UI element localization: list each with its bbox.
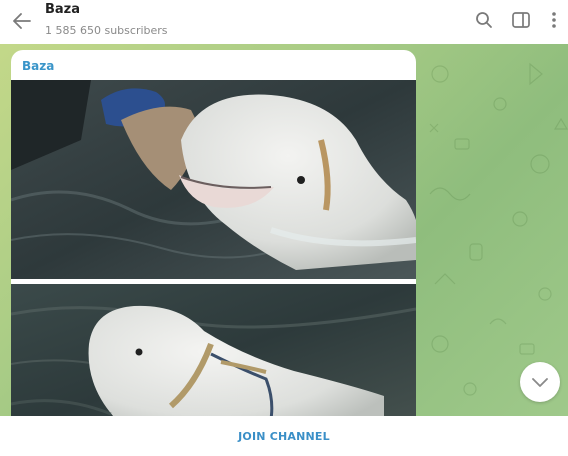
message-bubble: Baza [11,50,416,416]
chat-footer: JOIN CHANNEL [0,416,568,456]
more-vertical-icon[interactable] [542,9,566,31]
scroll-down-button[interactable] [520,362,560,402]
message-sender[interactable]: Baza [22,59,54,73]
chat-info[interactable]: Baza 1 585 650 subscribers [45,2,168,38]
photo-beluga-harness[interactable] [11,284,416,416]
chat-title: Baza [45,2,81,17]
join-channel-button[interactable]: JOIN CHANNEL [226,424,342,449]
subscriber-count: 1 585 650 subscribers [45,24,168,37]
chevron-down-icon [532,378,548,387]
search-icon[interactable] [472,9,496,31]
chat-area[interactable]: Baza [0,44,568,416]
sidebar-toggle-icon[interactable] [509,9,533,31]
back-arrow-icon[interactable] [10,9,34,33]
photo-beluga-eating[interactable] [11,80,416,279]
chat-header: Baza 1 585 650 subscribers [0,0,568,44]
